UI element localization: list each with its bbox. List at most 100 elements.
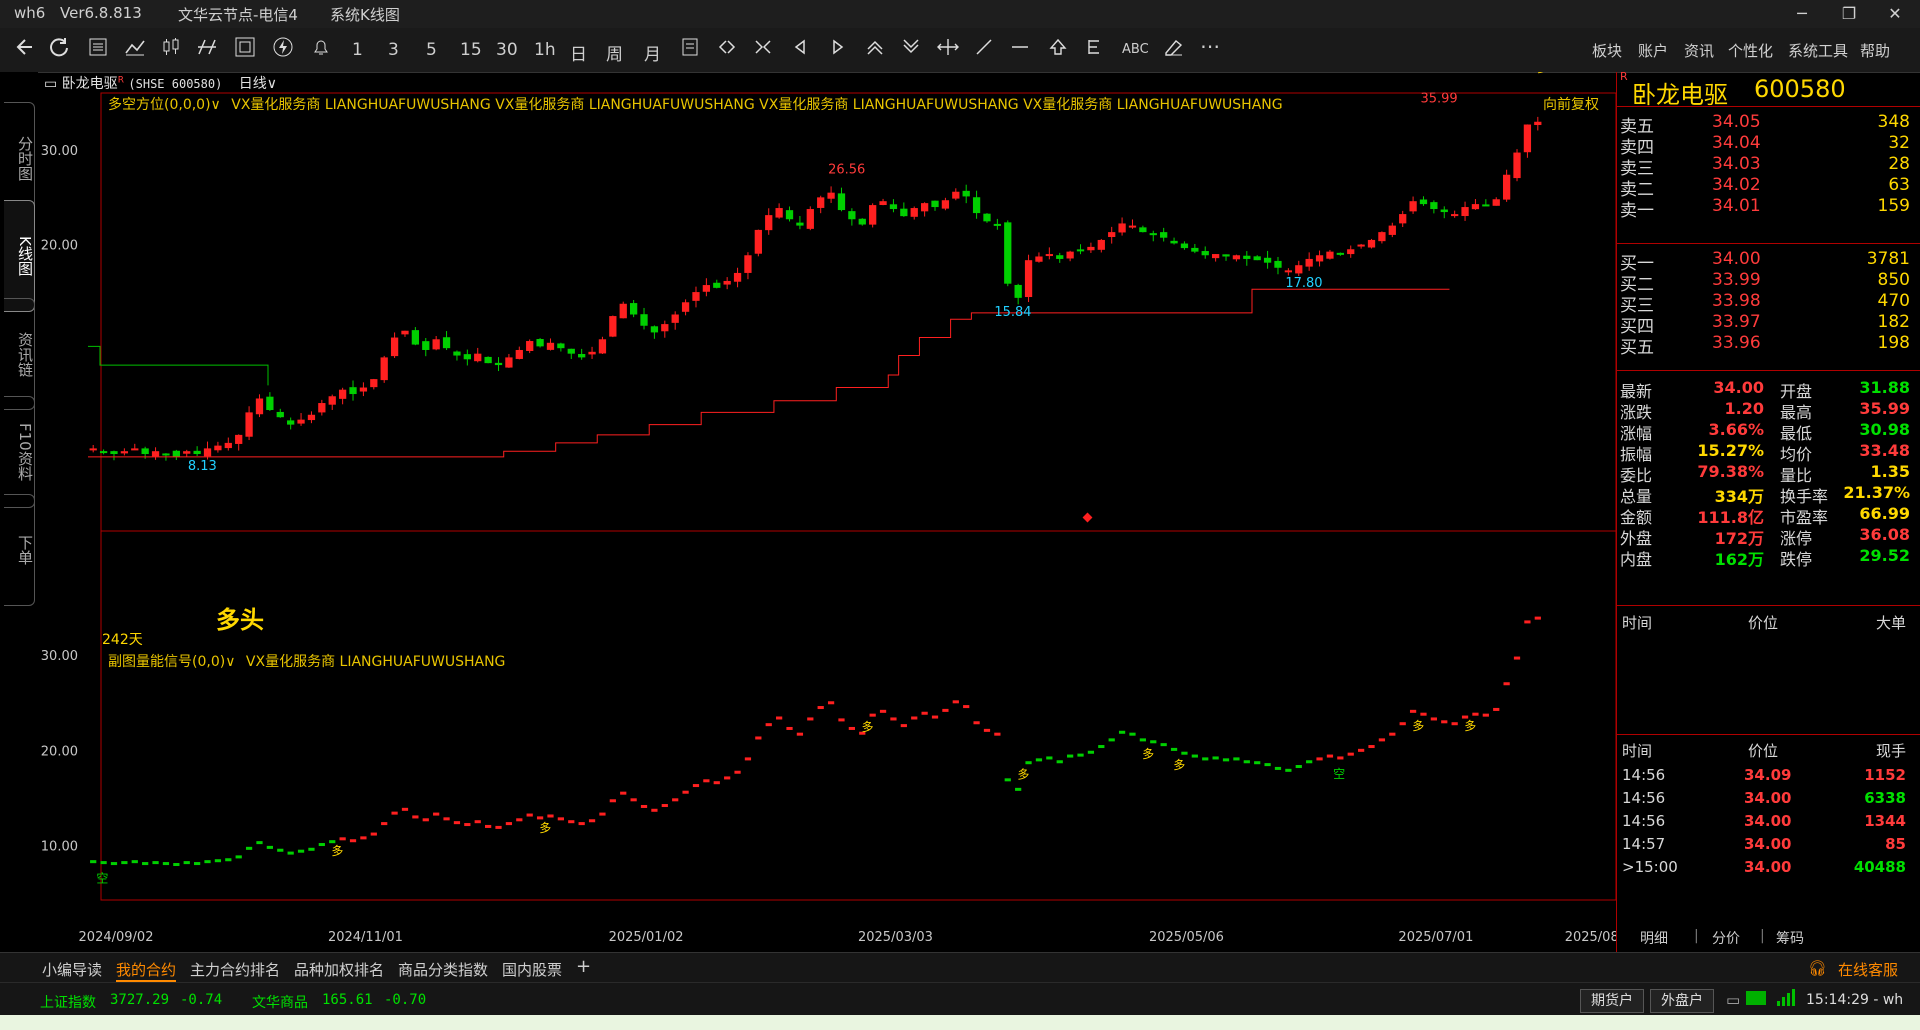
- adjust-label[interactable]: 向前复权: [1543, 94, 1599, 114]
- futures-account-button[interactable]: 期货户: [1580, 989, 1644, 1013]
- tab-my-contracts[interactable]: 我的合约: [116, 959, 177, 982]
- fib-draw-icon[interactable]: [1084, 37, 1104, 62]
- sub-signal-bar: [1451, 722, 1458, 726]
- main-indicator-header[interactable]: 多空方位(0,0,0)∨ VX量化服务商 LIANGHUAFUWUSHANG V…: [108, 94, 1283, 114]
- list-icon[interactable]: [88, 37, 108, 62]
- sub-signal-bar: [1202, 757, 1209, 761]
- candle-body: [442, 337, 451, 349]
- candle-body: [546, 342, 555, 350]
- ask-row[interactable]: 卖一 34.01 159: [1616, 194, 1920, 221]
- maximize-button[interactable]: ❐: [1834, 2, 1864, 26]
- tab-news-chain[interactable]: 资讯链: [4, 298, 35, 410]
- menu-personalize[interactable]: 个性化: [1728, 40, 1773, 61]
- candle-body: [1160, 232, 1168, 238]
- minimize-button[interactable]: ─: [1787, 2, 1817, 26]
- menu-system-tools[interactable]: 系统工具: [1788, 40, 1848, 61]
- candle-body: [276, 411, 284, 418]
- tab-chips[interactable]: 筹码: [1776, 928, 1804, 948]
- candle-body: [214, 445, 222, 451]
- line-draw-icon[interactable]: [974, 37, 994, 62]
- back-arrow-icon[interactable]: [14, 36, 36, 63]
- online-service[interactable]: 在线客服: [1838, 959, 1898, 980]
- sub-signal-bar: [620, 791, 627, 795]
- candle-body: [827, 192, 835, 199]
- sub-signal-bar: [921, 711, 928, 715]
- sub-signal-bar: [755, 736, 762, 740]
- menu-account[interactable]: 账户: [1638, 40, 1668, 61]
- sub-indicator-header[interactable]: 副图量能信号(0,0)∨ VX量化服务商 LIANGHUAFUWUSHANG: [108, 651, 505, 671]
- period-1[interactable]: 1: [352, 40, 363, 60]
- move-right-icon[interactable]: [826, 37, 848, 62]
- headset-icon[interactable]: 🎧︎: [1808, 959, 1827, 977]
- more-icon[interactable]: ⋯: [1200, 34, 1220, 58]
- period-day[interactable]: 日: [570, 40, 587, 65]
- up-icon[interactable]: [864, 37, 886, 62]
- period-5[interactable]: 5: [426, 40, 437, 60]
- sub-signal-bar: [827, 701, 835, 705]
- index2-name[interactable]: 文华商品: [252, 992, 308, 1012]
- tab-main-contract-rank[interactable]: 主力合约排名: [190, 959, 280, 980]
- sub-signal-bar: [464, 823, 471, 827]
- line-chart-icon[interactable]: [124, 37, 146, 62]
- kline-chart[interactable]: 35.9926.5615.8417.808.13 多多多多多多多多多空空 30.…: [38, 72, 1616, 952]
- cursor-move-icon[interactable]: [936, 37, 960, 62]
- period-30[interactable]: 30: [496, 40, 518, 60]
- menu-news[interactable]: 资讯: [1684, 40, 1714, 61]
- expand-icon[interactable]: ▭: [1726, 991, 1740, 1009]
- candle-body: [494, 362, 503, 366]
- toolbar: 1 3 5 15 30 1h 日 周 月 ABC ⋯ 板块 账户 资讯 个性化 …: [0, 28, 1920, 73]
- tab-detail[interactable]: 明细: [1640, 928, 1668, 948]
- period-3[interactable]: 3: [388, 40, 399, 60]
- tab-kline[interactable]: K线图: [4, 200, 35, 312]
- bid-row[interactable]: 买五 33.96 198: [1616, 331, 1920, 358]
- period-1h[interactable]: 1h: [534, 40, 556, 60]
- candle-body: [1211, 254, 1220, 259]
- sub-signal-bar: [744, 757, 752, 761]
- candle-icon[interactable]: [160, 37, 182, 62]
- tab-f10[interactable]: F10资料: [4, 396, 35, 508]
- text-tool[interactable]: ABC: [1122, 42, 1149, 57]
- period-month[interactable]: 月: [644, 40, 661, 65]
- indicator-icon[interactable]: [196, 37, 218, 62]
- menu-sector[interactable]: 板块: [1592, 40, 1622, 61]
- zoom-out-icon[interactable]: [752, 37, 774, 62]
- server-node[interactable]: 文华云节点-电信4: [178, 4, 298, 25]
- candle-body: [484, 356, 492, 364]
- custom-period-icon[interactable]: [680, 37, 700, 62]
- arrow-up-draw-icon[interactable]: [1048, 37, 1068, 62]
- move-left-icon[interactable]: [790, 37, 812, 62]
- index1-name[interactable]: 上证指数: [40, 992, 96, 1012]
- period-week[interactable]: 周: [606, 40, 623, 65]
- screen-icon[interactable]: [234, 36, 256, 63]
- sub-y-tick: 30.00: [41, 649, 78, 664]
- x-tick: 2025/08/19: [1565, 930, 1616, 945]
- sub-y-tick: 20.00: [41, 744, 78, 759]
- tab-domestic-stocks[interactable]: 国内股票: [502, 959, 562, 980]
- add-tab-button[interactable]: +: [576, 956, 591, 977]
- tab-price-split[interactable]: 分价: [1712, 928, 1740, 948]
- eraser-icon[interactable]: [1162, 37, 1184, 62]
- sub-signal-bar: [339, 837, 346, 841]
- lightning-icon[interactable]: [272, 36, 294, 63]
- sub-signal-bar: [568, 820, 575, 824]
- sub-signal-bar: [651, 808, 658, 812]
- period-15[interactable]: 15: [460, 40, 482, 60]
- zoom-in-icon[interactable]: [716, 37, 738, 62]
- outer-account-button[interactable]: 外盘户: [1650, 989, 1714, 1013]
- candle-body: [432, 339, 440, 350]
- down-icon[interactable]: [900, 37, 922, 62]
- hline-draw-icon[interactable]: [1010, 37, 1030, 62]
- tab-editor-guide[interactable]: 小编导读: [42, 959, 102, 980]
- tab-order[interactable]: 下单: [4, 494, 35, 606]
- tab-timeshare[interactable]: 分时图: [4, 102, 35, 214]
- refresh-icon[interactable]: [48, 36, 70, 63]
- bell-icon[interactable]: [310, 36, 332, 63]
- menu-help[interactable]: 帮助: [1860, 40, 1890, 61]
- tab-weighted-rank[interactable]: 品种加权排名: [294, 959, 384, 980]
- candle-body: [1274, 260, 1282, 268]
- candle-body: [1378, 232, 1386, 242]
- tab-commodity-index[interactable]: 商品分类指数: [398, 959, 488, 980]
- candle-body: [1097, 239, 1105, 250]
- candle-body: [1222, 254, 1230, 257]
- close-button[interactable]: ✕: [1880, 2, 1910, 26]
